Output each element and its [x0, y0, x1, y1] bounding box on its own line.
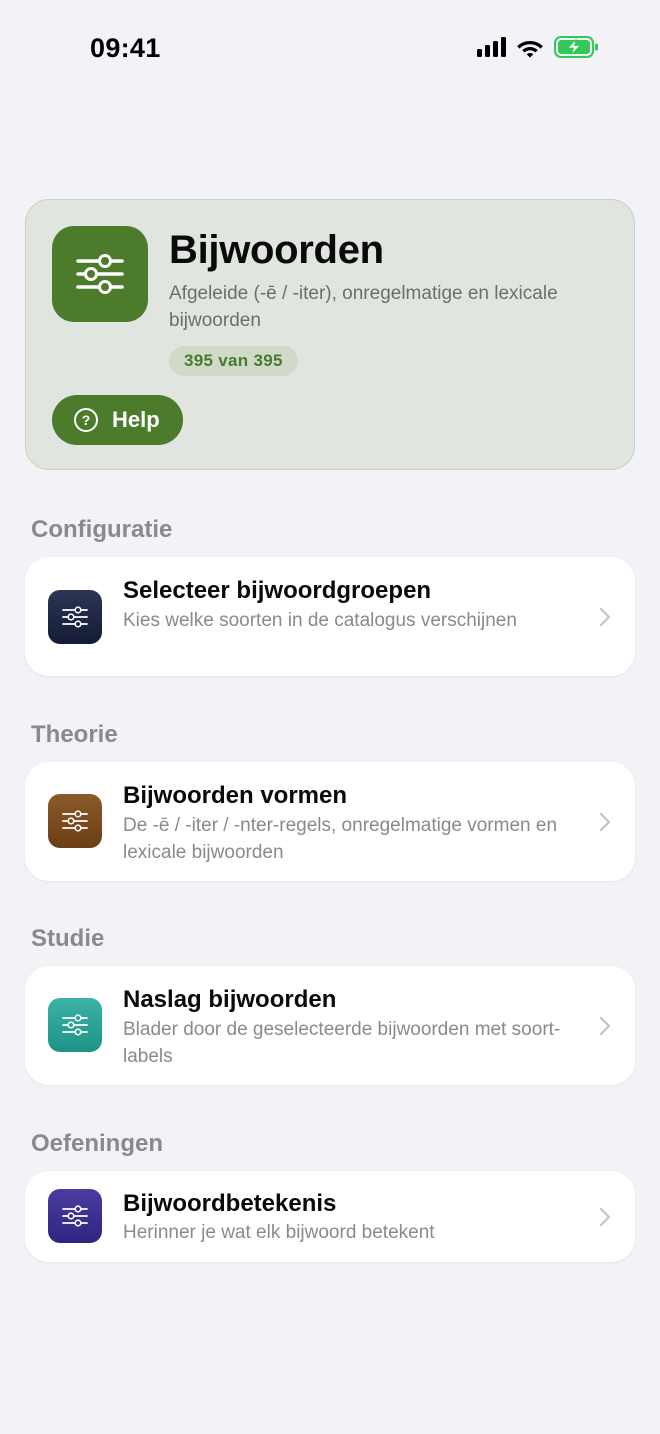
page-subtitle: Afgeleide (-ē / -iter), onregelmatige en… — [169, 283, 558, 331]
sliders-icon — [52, 226, 148, 322]
chevron-right-icon — [599, 1016, 611, 1036]
section-header-theorie: Theorie — [31, 721, 118, 748]
hero-card: Bijwoorden Afgeleide (-ē / -iter), onreg… — [25, 199, 635, 470]
battery-charging-icon — [554, 36, 598, 58]
sliders-icon — [48, 998, 102, 1052]
status-icons — [477, 36, 600, 58]
help-button[interactable]: ? Help — [52, 395, 183, 445]
item-title: Selecteer bijwoordgroepen — [123, 577, 432, 604]
signal-icon — [477, 37, 506, 57]
count-badge: 395 van 395 — [169, 346, 298, 376]
list-item-naslag-bijwoorden[interactable]: Naslag bijwoorden Blader door de geselec… — [25, 966, 635, 1085]
sliders-icon — [48, 794, 102, 848]
sliders-icon — [48, 1189, 102, 1243]
list-item-bijwoordbetekenis[interactable]: Bijwoordbetekenis Herinner je wat elk bi… — [25, 1171, 635, 1262]
section-header-oefeningen: Oefeningen — [31, 1130, 164, 1157]
status-bar: 09:41 — [0, 0, 660, 96]
item-title: Naslag bijwoorden — [123, 986, 337, 1013]
item-title: Bijwoorden vormen — [123, 782, 348, 809]
section-header-configuratie: Configuratie — [31, 516, 173, 543]
list-item-bijwoorden-vormen[interactable]: Bijwoorden vormen De -ē / -iter / -nter-… — [25, 762, 635, 881]
chevron-right-icon — [599, 607, 611, 627]
help-button-label: Help — [112, 407, 160, 432]
item-title: Bijwoordbetekenis — [123, 1190, 337, 1217]
sliders-icon — [48, 590, 102, 644]
list-item-selecteer-bijwoordgroepen[interactable]: Selecteer bijwoordgroepen Kies welke soo… — [25, 557, 635, 676]
status-time: 09:41 — [90, 33, 161, 63]
item-subtitle: Kies welke soorten in de catalogus versc… — [123, 610, 517, 631]
item-subtitle: De -ē / -iter / -nter-regels, onregelmat… — [123, 815, 558, 863]
item-subtitle: Blader door de geselecteerde bijwoorden … — [123, 1019, 561, 1067]
item-subtitle: Herinner je wat elk bijwoord betekent — [123, 1222, 435, 1243]
chevron-right-icon — [599, 1207, 611, 1227]
section-header-studie: Studie — [31, 925, 105, 952]
question-icon: ? — [74, 408, 98, 432]
wifi-icon — [517, 40, 543, 58]
chevron-right-icon — [599, 812, 611, 832]
page-title: Bijwoorden — [169, 228, 384, 272]
